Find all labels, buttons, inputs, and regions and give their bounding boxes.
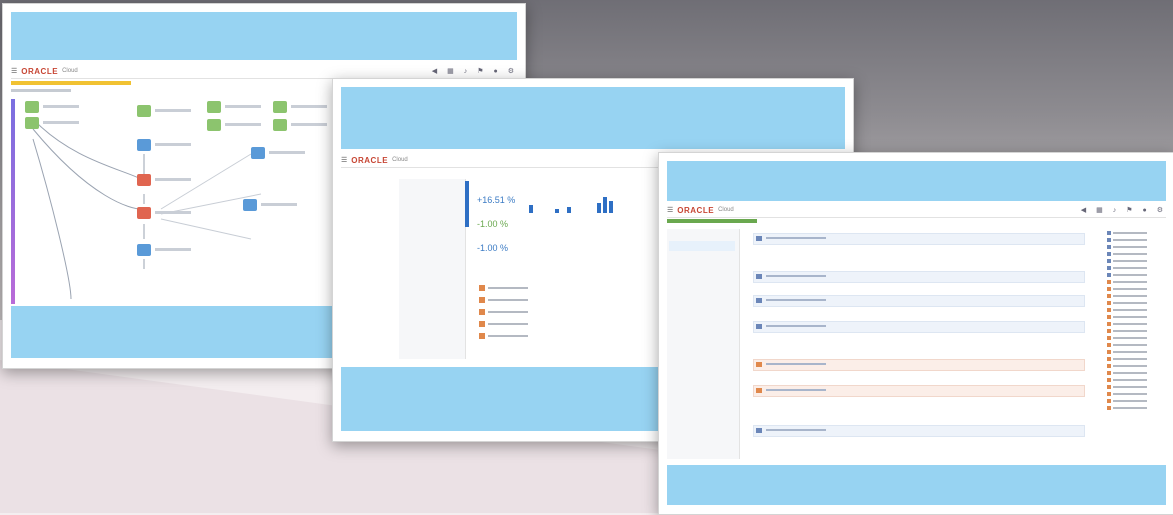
breadcrumb <box>11 89 71 92</box>
metric-value: +16.51 % <box>477 195 516 205</box>
node-label <box>291 105 327 108</box>
node-label <box>43 105 79 108</box>
node-label <box>155 211 191 214</box>
menu-icon[interactable]: ☰ <box>667 206 673 214</box>
log-entry[interactable] <box>753 359 1085 371</box>
selected-item[interactable] <box>669 241 735 251</box>
log-entry[interactable] <box>753 233 1085 245</box>
bell-icon[interactable]: ♪ <box>464 68 468 75</box>
log-timeline <box>743 229 1093 459</box>
chart-area: +16.51 % -1.00 % -1.00 % <box>473 179 653 259</box>
topology-node[interactable] <box>137 139 151 151</box>
node-label <box>43 121 79 124</box>
node-label <box>269 151 305 154</box>
topology-node[interactable] <box>273 119 287 131</box>
menu-icon[interactable]: ☰ <box>341 156 347 164</box>
node-label <box>155 248 191 251</box>
banner-top <box>11 12 517 60</box>
oracle-logo: ORACLE <box>677 205 715 215</box>
oracle-logo: ORACLE <box>21 66 59 76</box>
user-icon[interactable]: ● <box>493 68 497 75</box>
back-icon[interactable]: ◀ <box>432 67 437 75</box>
menu-icon[interactable]: ☰ <box>11 67 17 75</box>
node-label <box>155 143 191 146</box>
back-icon[interactable]: ◀ <box>1081 206 1086 214</box>
topology-node[interactable] <box>207 101 221 113</box>
app-header: ☰ ORACLE Cloud ◀ ▦ ♪ ⚑ ● ⚙ <box>667 203 1166 218</box>
sparkbars <box>527 189 647 213</box>
topology-node[interactable] <box>137 105 151 117</box>
topology-node[interactable] <box>251 147 265 159</box>
window-logs: ☰ ORACLE Cloud ◀ ▦ ♪ ⚑ ● ⚙ <box>658 152 1173 515</box>
summary-panel <box>399 179 469 359</box>
topology-node[interactable] <box>25 101 39 113</box>
banner-top <box>341 87 845 149</box>
oracle-logo: ORACLE <box>351 155 389 165</box>
app-name: Cloud <box>392 157 408 163</box>
right-side-list <box>1107 229 1167 459</box>
banner-bottom <box>667 465 1166 505</box>
app-name: Cloud <box>62 68 78 74</box>
topology-node[interactable] <box>137 207 151 219</box>
app-header: ☰ ORACLE Cloud ◀ ▦ ♪ ⚑ ● ⚙ <box>11 64 517 79</box>
topology-node[interactable] <box>243 199 257 211</box>
log-entry[interactable] <box>753 295 1085 307</box>
status-strip <box>11 81 131 85</box>
metric-value: -1.00 % <box>477 219 509 229</box>
gear-icon[interactable]: ⚙ <box>508 67 514 75</box>
filter-icon[interactable]: ⚑ <box>477 67 483 75</box>
topology-node[interactable] <box>137 244 151 256</box>
left-panel <box>667 229 740 459</box>
log-entry[interactable] <box>753 321 1085 333</box>
banner-top <box>667 161 1166 201</box>
bell-icon[interactable]: ♪ <box>1113 207 1117 214</box>
node-label <box>225 123 261 126</box>
node-label <box>225 105 261 108</box>
status-strip <box>667 219 757 223</box>
summary-accent <box>465 181 469 227</box>
topology-node[interactable] <box>25 117 39 129</box>
alert-list <box>479 285 659 365</box>
app-name: Cloud <box>718 207 734 213</box>
gear-icon[interactable]: ⚙ <box>1157 206 1163 214</box>
log-entry[interactable] <box>753 385 1085 397</box>
log-entry[interactable] <box>753 271 1085 283</box>
filter-icon[interactable]: ⚑ <box>1126 206 1132 214</box>
grid-icon[interactable]: ▦ <box>1096 206 1103 214</box>
log-entry[interactable] <box>753 425 1085 437</box>
node-label <box>155 109 191 112</box>
node-label <box>261 203 297 206</box>
topology-node[interactable] <box>273 101 287 113</box>
node-label <box>155 178 191 181</box>
node-label <box>291 123 327 126</box>
topology-node[interactable] <box>137 174 151 186</box>
topology-node[interactable] <box>207 119 221 131</box>
grid-icon[interactable]: ▦ <box>447 67 454 75</box>
metric-value: -1.00 % <box>477 243 509 253</box>
user-icon[interactable]: ● <box>1142 207 1146 214</box>
